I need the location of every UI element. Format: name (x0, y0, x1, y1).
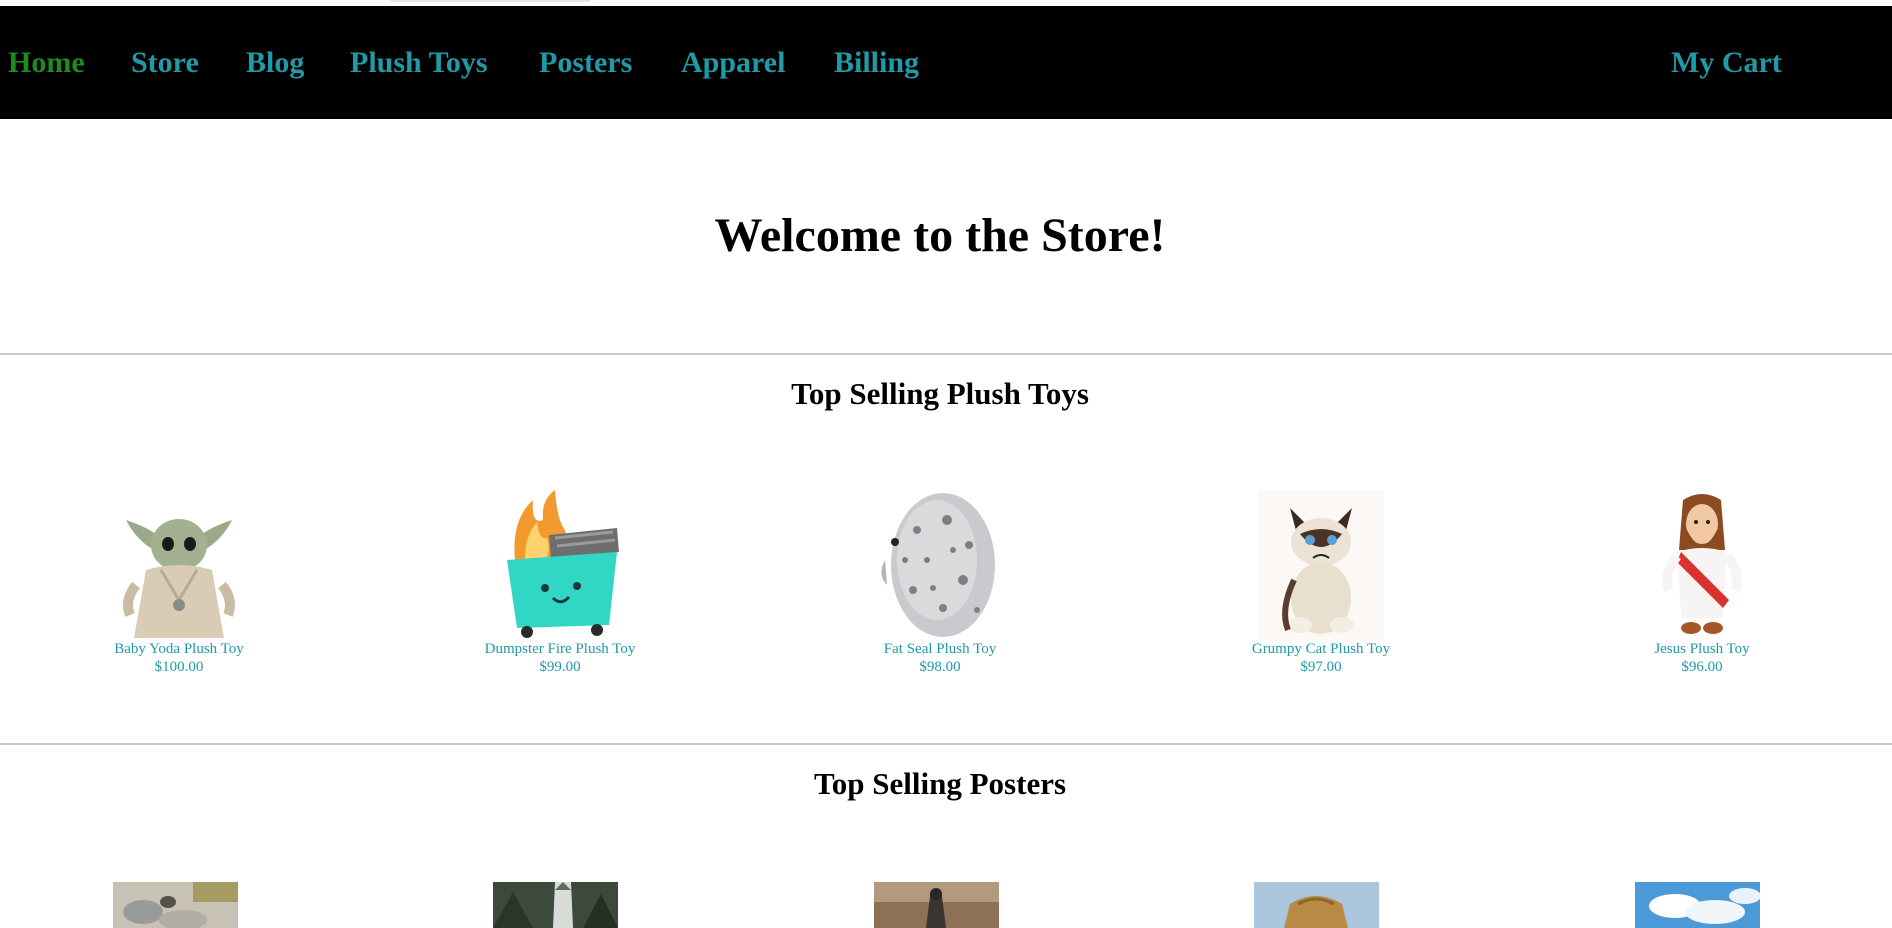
product-card[interactable]: Baby Yoda Plush Toy $100.00 (59, 490, 299, 676)
poster-image[interactable] (493, 882, 618, 928)
tab-sliver (390, 0, 590, 2)
product-card[interactable]: Grumpy Cat Plush Toy $97.00 (1201, 490, 1441, 676)
product-price[interactable]: $100.00 (59, 658, 299, 676)
poster-image[interactable] (874, 882, 999, 928)
poster-bird-image (874, 882, 999, 928)
baby-yoda-image[interactable] (116, 490, 242, 640)
dumpster-fire-image[interactable] (497, 490, 623, 640)
nav-billing[interactable]: Billing (834, 46, 919, 80)
poster-image[interactable] (1635, 882, 1760, 928)
poster-sky-image (1635, 882, 1760, 928)
posters-section-title: Top Selling Posters (813, 766, 1067, 801)
nav-posters[interactable]: Posters (539, 46, 632, 80)
product-price[interactable]: $96.00 (1582, 658, 1822, 676)
top-navbar: Home Store Blog Plush Toys Posters Appar… (0, 6, 1892, 119)
plush-section-title: Top Selling Plush Toys (791, 376, 1089, 411)
product-name[interactable]: Dumpster Fire Plush Toy (440, 640, 680, 658)
product-card[interactable]: Dumpster Fire Plush Toy $99.00 (440, 490, 680, 676)
jesus-plush-icon (1639, 490, 1765, 640)
nav-blog[interactable]: Blog (246, 46, 304, 80)
nav-my-cart[interactable]: My Cart (1671, 46, 1782, 80)
grumpy-cat-image[interactable] (1258, 490, 1384, 640)
product-name[interactable]: Fat Seal Plush Toy (820, 640, 1060, 658)
divider-middle (0, 743, 1892, 745)
poster-image[interactable] (1254, 882, 1379, 928)
nav-plush-toys[interactable]: Plush Toys (350, 46, 488, 80)
product-name[interactable]: Baby Yoda Plush Toy (59, 640, 299, 658)
page-title: Welcome to the Store! (714, 209, 1166, 262)
poster-forest-image (493, 882, 618, 928)
product-card[interactable]: Fat Seal Plush Toy $98.00 (820, 490, 1060, 676)
nav-home[interactable]: Home (8, 46, 85, 80)
product-price[interactable]: $98.00 (820, 658, 1060, 676)
dumpster-fire-icon (497, 490, 623, 640)
product-card[interactable]: Jesus Plush Toy $96.00 (1582, 490, 1822, 676)
product-name[interactable]: Jesus Plush Toy (1582, 640, 1822, 658)
baby-yoda-icon (116, 490, 242, 640)
product-price[interactable]: $99.00 (440, 658, 680, 676)
nav-store[interactable]: Store (131, 46, 199, 80)
product-name[interactable]: Grumpy Cat Plush Toy (1201, 640, 1441, 658)
fat-seal-icon (877, 490, 1003, 640)
product-price[interactable]: $97.00 (1201, 658, 1441, 676)
fat-seal-image[interactable] (877, 490, 1003, 640)
nav-apparel[interactable]: Apparel (681, 46, 785, 80)
divider-top (0, 353, 1892, 355)
poster-rocks-image (113, 882, 238, 928)
poster-image[interactable] (113, 882, 238, 928)
grumpy-cat-icon (1258, 490, 1384, 640)
jesus-plush-image[interactable] (1639, 490, 1765, 640)
poster-butte-image (1254, 882, 1379, 928)
